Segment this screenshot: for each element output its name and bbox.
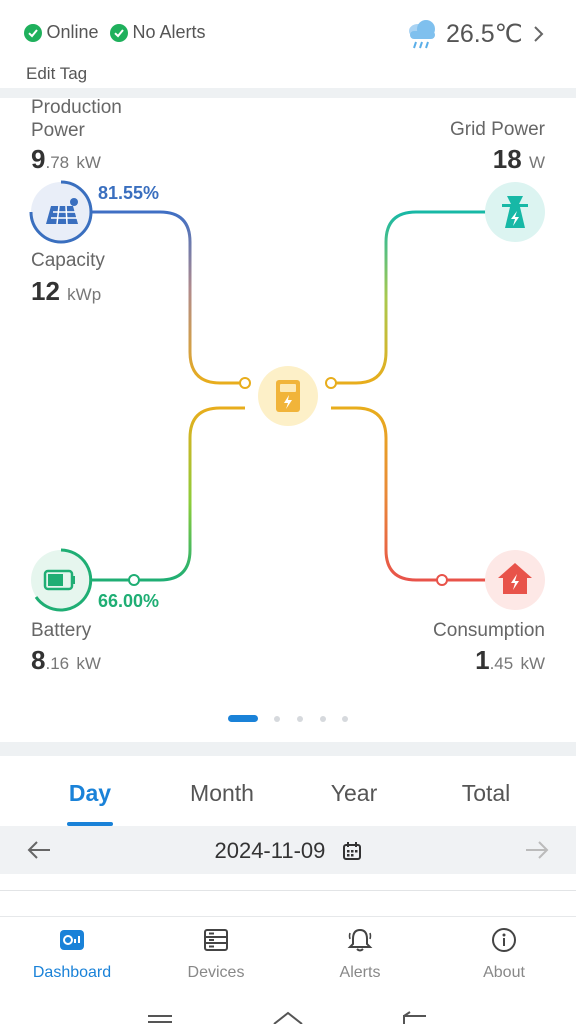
date-selector: 2024-11-09 — [0, 826, 576, 874]
nav-devices[interactable]: Devices — [144, 927, 288, 982]
dashboard-icon — [60, 930, 84, 950]
nav-about[interactable]: About — [432, 927, 576, 982]
back-icon[interactable] — [403, 1011, 426, 1024]
battery-value: 8.16 kW — [31, 645, 101, 676]
check-circle-icon — [110, 23, 128, 42]
cloud-rain-icon — [409, 20, 435, 49]
nav-dashboard[interactable]: Dashboard — [0, 927, 144, 982]
page-dot-active[interactable] — [228, 715, 258, 722]
bottom-navigation: Dashboard Devices Alerts About — [0, 917, 576, 997]
menu-icon[interactable] — [148, 1015, 172, 1023]
online-status: Online — [24, 22, 98, 43]
house-icon[interactable] — [485, 550, 545, 610]
consumption-value-int: 1 — [475, 645, 490, 675]
status-bar: Online No Alerts 26.5℃ — [0, 0, 576, 64]
home-icon[interactable] — [273, 1011, 303, 1024]
tab-total[interactable]: Total — [426, 780, 546, 807]
nav-alerts-label: Alerts — [339, 964, 381, 981]
page-dot[interactable] — [320, 716, 326, 722]
alerts-status: No Alerts — [110, 22, 205, 43]
consumption-value-dec: .45 — [489, 654, 514, 673]
online-label: Online — [46, 22, 99, 42]
page-dot[interactable] — [342, 716, 348, 722]
calendar-icon[interactable] — [342, 841, 362, 861]
consumption-label: Consumption — [433, 620, 545, 641]
section-divider — [0, 742, 576, 756]
alerts-label: No Alerts — [132, 22, 206, 42]
page-indicator — [0, 712, 576, 724]
content-separator — [0, 890, 576, 891]
page-dot[interactable] — [297, 716, 303, 722]
check-circle-icon — [24, 23, 42, 42]
flow-line-consumption — [331, 406, 486, 582]
inverter-icon[interactable] — [258, 366, 318, 426]
bell-icon — [347, 928, 373, 952]
capacity-value: 12 kWp — [31, 276, 101, 307]
flow-line-grid — [331, 210, 486, 385]
production-value: 9.78 kW — [31, 144, 101, 175]
production-percent: 81.55% — [98, 183, 160, 203]
battery-value-int: 8 — [31, 645, 46, 675]
consumption-value: 1.45 kW — [475, 645, 545, 676]
flow-line-battery — [92, 406, 245, 582]
date-value[interactable]: 2024-11-09 — [214, 838, 325, 863]
production-label: Production Power — [31, 96, 122, 142]
production-label-line1: Production — [31, 97, 122, 118]
capacity-label: Capacity — [31, 250, 105, 271]
flow-node — [436, 574, 448, 586]
flow-node — [325, 377, 337, 389]
arrow-right-icon[interactable] — [524, 840, 550, 860]
production-label-line2: Power — [31, 120, 85, 141]
capacity-number: 12 — [31, 276, 60, 306]
grid-unit: W — [528, 153, 545, 172]
production-unit: kW — [76, 153, 101, 172]
battery-label: Battery — [31, 620, 92, 641]
grid-number: 18 — [492, 144, 522, 174]
temperature: 26.5℃ — [446, 20, 523, 48]
flow-node — [128, 574, 140, 586]
battery-unit: kW — [76, 654, 101, 673]
page-dot[interactable] — [274, 716, 280, 722]
chevron-right-icon[interactable] — [529, 24, 547, 44]
solar-panel-icon[interactable] — [29, 180, 93, 244]
production-value-dec: .78 — [45, 153, 70, 172]
period-tabs: Day Month Year Total — [0, 770, 576, 826]
energy-flow-diagram — [29, 180, 545, 612]
battery-value-dec: .16 — [45, 654, 70, 673]
weather-widget[interactable]: 26.5℃ — [404, 16, 547, 52]
battery-icon[interactable] — [31, 548, 93, 612]
nav-dashboard-label: Dashboard — [32, 964, 112, 981]
grid-value: 18 W — [493, 144, 545, 175]
tab-month[interactable]: Month — [162, 780, 282, 807]
nav-devices-label: Devices — [187, 964, 245, 981]
production-value-int: 9 — [31, 144, 46, 174]
battery-percent: 66.00% — [98, 591, 160, 611]
devices-icon — [204, 929, 228, 951]
edit-tag-link[interactable]: Edit Tag — [26, 64, 87, 84]
grid-label: Grid Power — [449, 119, 545, 140]
grid-tower-icon[interactable] — [485, 182, 545, 242]
capacity-unit: kWp — [67, 285, 102, 304]
consumption-unit: kW — [520, 654, 545, 673]
tab-day[interactable]: Day — [30, 780, 150, 807]
nav-about-label: About — [483, 964, 525, 981]
flow-line-solar — [90, 210, 245, 385]
flow-node — [239, 377, 251, 389]
nav-alerts[interactable]: Alerts — [288, 927, 432, 982]
date-display[interactable]: 2024-11-09 — [0, 838, 576, 864]
system-navigation — [148, 1011, 426, 1024]
info-icon — [492, 928, 516, 952]
tab-year[interactable]: Year — [294, 780, 414, 807]
